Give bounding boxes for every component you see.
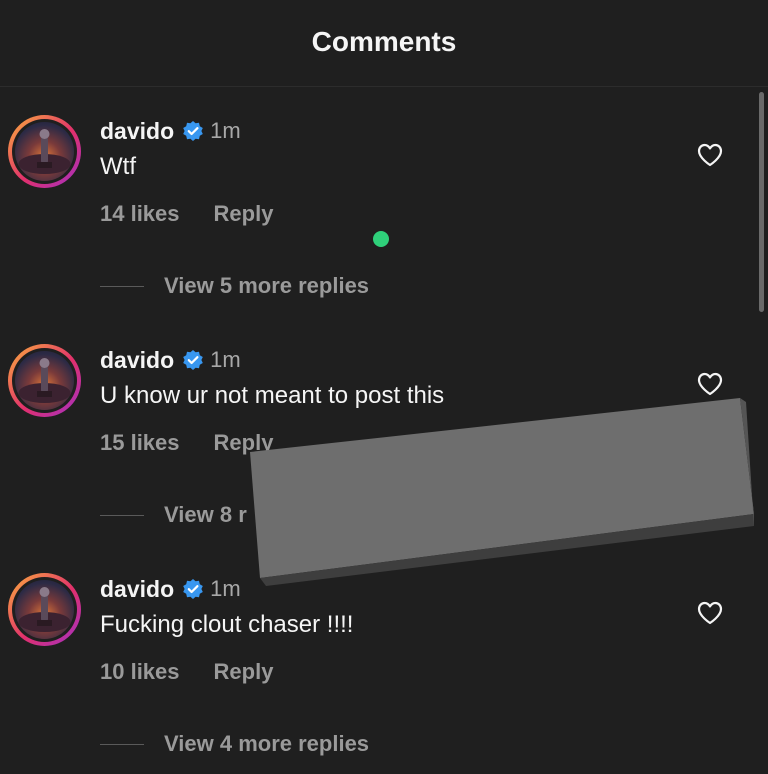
heart-outline-icon[interactable] xyxy=(697,143,723,167)
verified-badge-icon xyxy=(182,578,204,600)
replies-divider xyxy=(100,743,144,745)
comment-item: davido 1m Fucking clout chaser !!!! 10 l… xyxy=(0,573,768,774)
view-replies-label: View 8 r xyxy=(164,502,247,527)
page-title: Comments xyxy=(311,26,457,57)
avatar[interactable] xyxy=(8,573,81,646)
username[interactable]: davido xyxy=(100,576,174,603)
comment-time: 1m xyxy=(210,347,241,372)
redaction-box xyxy=(250,398,754,586)
comments-header: Comments xyxy=(0,0,768,87)
scrollbar[interactable] xyxy=(759,92,764,312)
view-replies-button[interactable]: View 5 more replies xyxy=(100,273,369,299)
comment-meta: 14 likes Reply xyxy=(100,201,273,227)
heart-outline-icon[interactable] xyxy=(697,372,723,396)
view-replies-label: View 4 more replies xyxy=(164,731,370,756)
comment-time: 1m xyxy=(210,576,241,601)
username[interactable]: davido xyxy=(100,118,174,145)
avatar[interactable] xyxy=(8,115,81,188)
reply-button[interactable]: Reply xyxy=(214,659,274,685)
heart-outline-icon[interactable] xyxy=(697,601,723,625)
avatar-image xyxy=(15,580,74,639)
replies-divider xyxy=(100,514,144,516)
verified-badge-icon xyxy=(182,349,204,371)
online-indicator-dot xyxy=(373,231,389,247)
view-replies-label: View 5 more replies xyxy=(164,273,370,298)
likes-count[interactable]: 10 likes xyxy=(100,659,180,685)
likes-count[interactable]: 14 likes xyxy=(100,201,180,227)
username[interactable]: davido xyxy=(100,347,174,374)
comment-header: davido 1m xyxy=(100,117,241,145)
likes-count[interactable]: 15 likes xyxy=(100,430,180,456)
comment-time: 1m xyxy=(210,118,241,143)
comment-header: davido 1m xyxy=(100,575,241,603)
avatar-image xyxy=(15,351,74,410)
comment-text: Fucking clout chaser !!!! xyxy=(100,611,354,638)
view-replies-button[interactable]: View 8 r xyxy=(100,502,247,528)
replies-divider xyxy=(100,285,144,287)
avatar[interactable] xyxy=(8,344,81,417)
comment-item: davido 1m Wtf 14 likes Reply View 5 more… xyxy=(0,115,768,344)
reply-button[interactable]: Reply xyxy=(214,201,274,227)
comments-screen: Comments davido 1m Wtf 14 likes Reply Vi… xyxy=(0,0,768,774)
comment-meta: 10 likes Reply xyxy=(100,659,273,685)
verified-badge-icon xyxy=(182,120,204,142)
comment-header: davido 1m xyxy=(100,346,241,374)
view-replies-button[interactable]: View 4 more replies xyxy=(100,731,369,757)
comment-text: Wtf xyxy=(100,153,136,180)
avatar-image xyxy=(15,122,74,181)
